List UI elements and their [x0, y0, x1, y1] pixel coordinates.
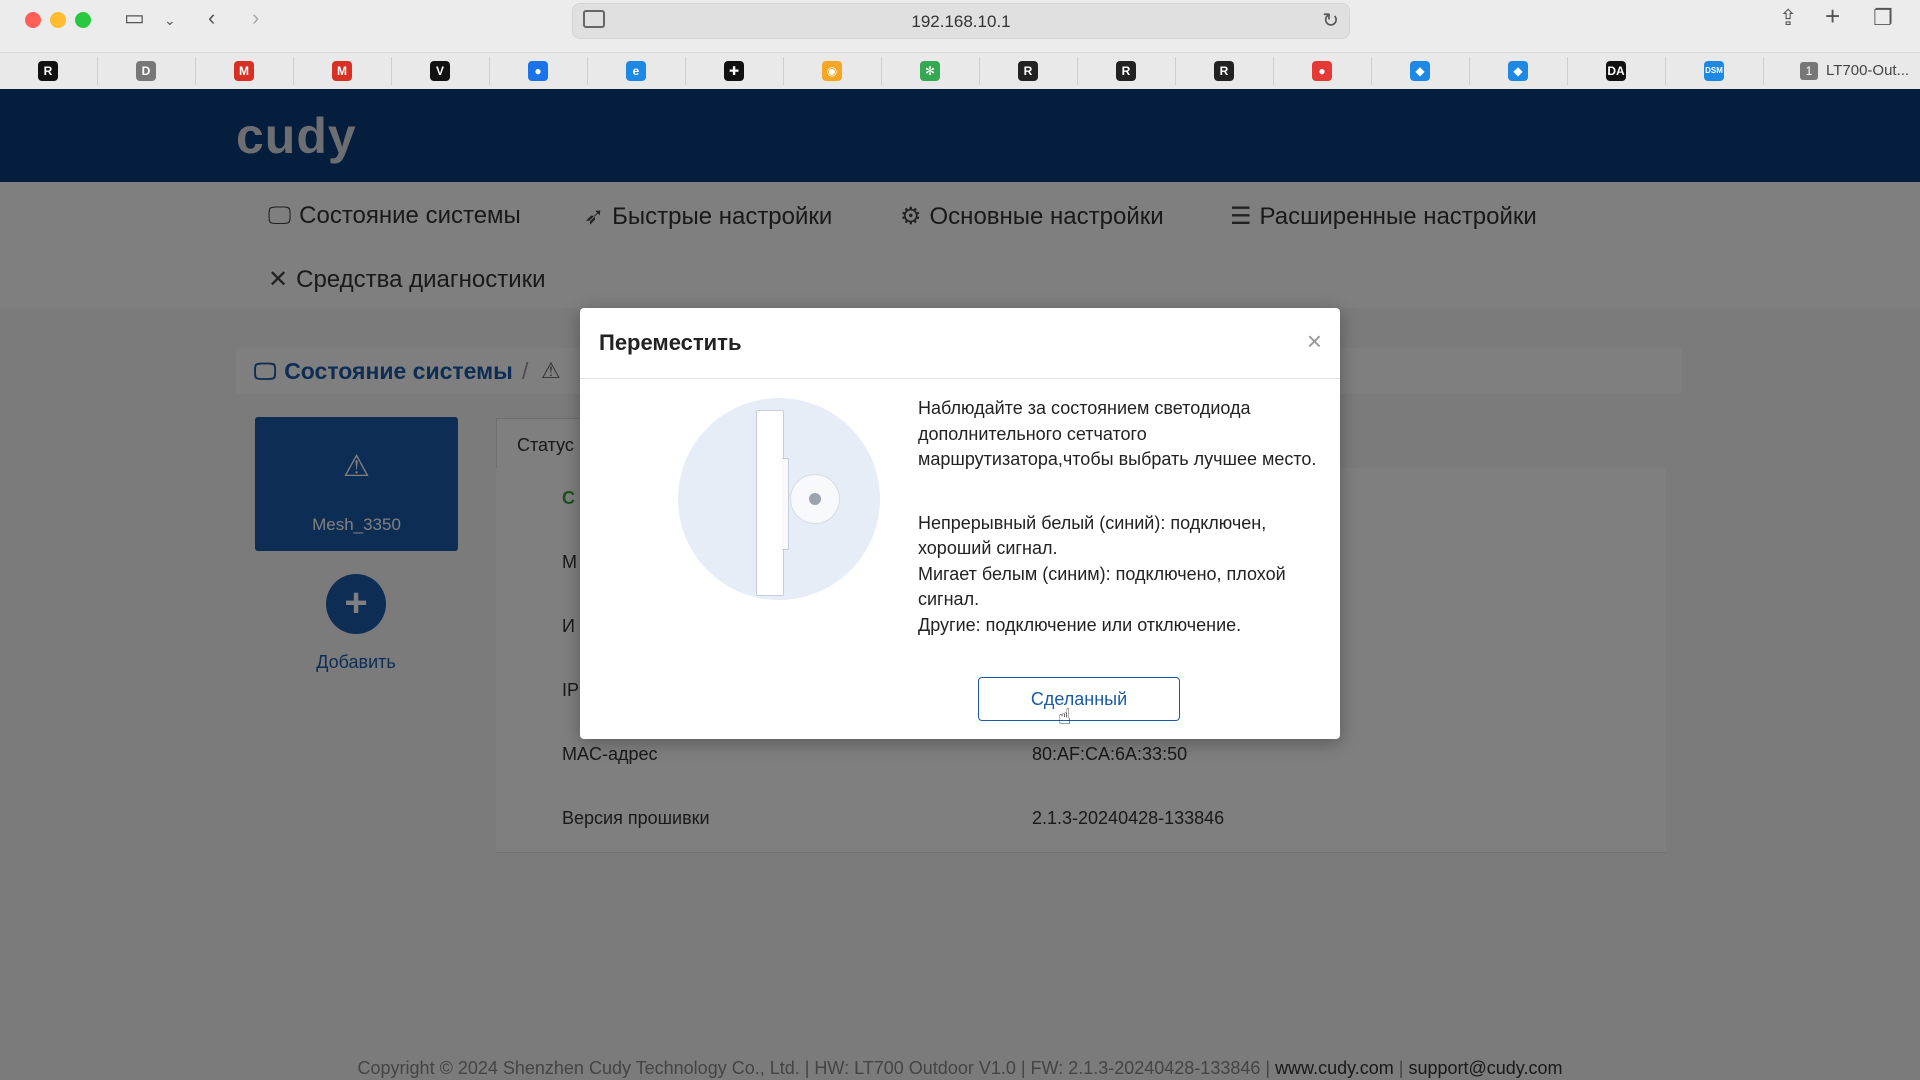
- pinwheel-icon[interactable]: ✻: [920, 61, 940, 81]
- favorites-bar: R D M M V ● e ✚ ◉ ✻ R R R ● ◆ ◆ DA DSM 1 LT700-Out...: [0, 52, 1920, 90]
- close-window-button[interactable]: [25, 12, 41, 28]
- favorites-separator: [979, 57, 980, 85]
- sidebar-toggle-icon[interactable]: ▭: [124, 6, 145, 30]
- maximize-window-button[interactable]: [75, 12, 91, 28]
- favorites-separator: [195, 57, 196, 85]
- r-red-icon[interactable]: R: [1018, 61, 1038, 81]
- device-mount: [782, 458, 789, 550]
- tab-title[interactable]: LT700-Out...: [1826, 62, 1909, 79]
- share-icon[interactable]: ⇪: [1779, 6, 1797, 30]
- edge-icon[interactable]: e: [626, 61, 646, 81]
- minimize-window-button[interactable]: [50, 12, 66, 28]
- dialog-message: Наблюдайте за состоянием светодиода допо…: [918, 396, 1318, 638]
- back-icon[interactable]: ‹: [208, 6, 215, 30]
- r-icon[interactable]: R: [38, 61, 58, 81]
- dialog-header: Переместить ×: [580, 308, 1340, 379]
- bird2-icon[interactable]: ◆: [1508, 61, 1528, 81]
- msg-observe: Наблюдайте за состоянием светодиода допо…: [918, 398, 1317, 469]
- bird-icon[interactable]: ◆: [1410, 61, 1430, 81]
- d-icon[interactable]: D: [136, 61, 156, 81]
- globe-icon[interactable]: ◉: [822, 61, 842, 81]
- r2-icon[interactable]: R: [1116, 61, 1136, 81]
- done-button[interactable]: Сделанный: [978, 677, 1180, 721]
- favorites-separator: [1763, 57, 1764, 85]
- chevron-down-icon[interactable]: ⌄: [164, 8, 176, 32]
- favorites-separator: [1371, 57, 1372, 85]
- msg-other: Другие: подключение или отключение.: [918, 614, 1242, 635]
- favorites-separator: [1273, 57, 1274, 85]
- favorites-separator: [1567, 57, 1568, 85]
- msg-solid: Непрерывный белый (синий): подключен, хо…: [918, 512, 1267, 559]
- dsm-icon[interactable]: DSM: [1704, 61, 1724, 81]
- favorites-separator: [685, 57, 686, 85]
- chat-icon[interactable]: ●: [528, 61, 548, 81]
- close-icon[interactable]: ×: [1307, 326, 1322, 357]
- v-icon[interactable]: V: [430, 61, 450, 81]
- msg-blinking: Мигает белым (синим): подключено, плохой…: [918, 563, 1286, 610]
- new-tab-icon[interactable]: +: [1825, 3, 1840, 29]
- favorites-separator: [97, 57, 98, 85]
- favorites-separator: [881, 57, 882, 85]
- relocate-dialog: Переместить × Наблюдайте за состоянием с…: [580, 308, 1340, 739]
- forward-icon[interactable]: ›: [252, 6, 259, 30]
- da-icon[interactable]: DA: [1606, 61, 1626, 81]
- tab-overview-icon[interactable]: ❐: [1873, 6, 1893, 30]
- led-indicator-icon: [790, 474, 840, 524]
- favorites-separator: [1077, 57, 1078, 85]
- compass-icon[interactable]: ✚: [724, 61, 744, 81]
- favorites-separator: [293, 57, 294, 85]
- url-text: 192.168.10.1: [911, 12, 1011, 31]
- device-body: [756, 410, 784, 596]
- r3-icon[interactable]: R: [1214, 61, 1234, 81]
- favorites-separator: [489, 57, 490, 85]
- gmail-icon[interactable]: M: [234, 61, 254, 81]
- device-illustration: [678, 398, 880, 600]
- favorites-separator: [1665, 57, 1666, 85]
- favorites-separator: [587, 57, 588, 85]
- browser-titlebar: ▭ ⌄ ‹ › 192.168.10.1 ↻ ⇪ + ❐: [0, 0, 1920, 52]
- dialog-title: Переместить: [599, 330, 742, 355]
- tab-count-badge: 1: [1800, 62, 1818, 80]
- red-circle-icon[interactable]: ●: [1312, 61, 1332, 81]
- favorites-separator: [1469, 57, 1470, 85]
- reload-icon[interactable]: ↻: [1322, 8, 1339, 33]
- hand-cursor-icon: ☝: [1058, 704, 1072, 729]
- favorites-separator: [783, 57, 784, 85]
- mail-icon[interactable]: M: [332, 61, 352, 81]
- favorites-separator: [391, 57, 392, 85]
- address-bar[interactable]: 192.168.10.1 ↻: [572, 3, 1350, 39]
- favorites-separator: [1175, 57, 1176, 85]
